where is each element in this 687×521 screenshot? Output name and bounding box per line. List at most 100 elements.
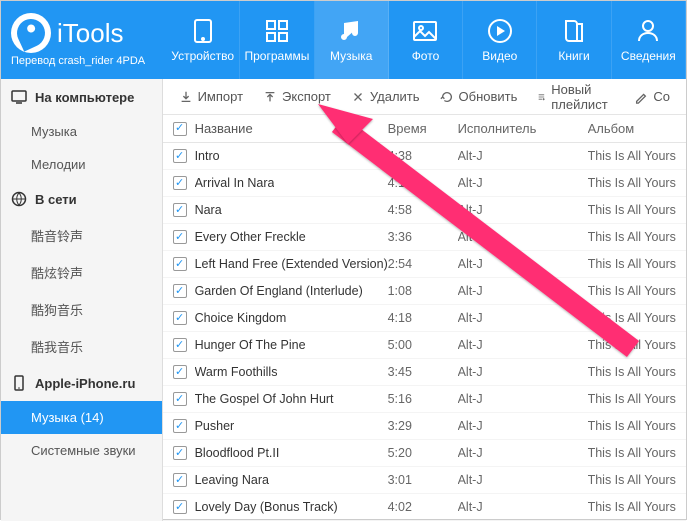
sidebar-section-computer[interactable]: На компьютере xyxy=(1,79,162,115)
video-icon xyxy=(486,17,514,45)
row-checkbox[interactable] xyxy=(173,149,187,163)
track-artist: Alt-J xyxy=(458,473,588,487)
track-row[interactable]: Intro 4:38 Alt-J This Is All Yours xyxy=(163,143,686,170)
row-checkbox[interactable] xyxy=(173,500,187,514)
row-checkbox[interactable] xyxy=(173,473,187,487)
nav-photo[interactable]: Фото xyxy=(389,1,463,79)
track-row[interactable]: Leaving Nara 3:01 Alt-J This Is All Your… xyxy=(163,467,686,494)
track-artist: Alt-J xyxy=(458,176,588,190)
track-row[interactable]: Choice Kingdom 4:18 Alt-J This Is All Yo… xyxy=(163,305,686,332)
nav-label: Видео xyxy=(482,49,517,63)
track-row[interactable]: Arrival In Nara 4:13 Alt-J This Is All Y… xyxy=(163,170,686,197)
track-album: This Is All Yours xyxy=(588,473,676,487)
refresh-button[interactable]: Обновить xyxy=(432,85,526,108)
row-checkbox[interactable] xyxy=(173,338,187,352)
track-row[interactable]: The Gospel Of John Hurt 5:16 Alt-J This … xyxy=(163,386,686,413)
sb-music[interactable]: Музыка xyxy=(1,115,162,148)
track-time: 5:16 xyxy=(388,392,458,406)
col-album-header[interactable]: Альбом xyxy=(588,121,676,136)
sb-n4[interactable]: 酷我音乐 xyxy=(1,328,162,365)
col-time-header[interactable]: Время xyxy=(388,121,458,136)
info-icon xyxy=(634,17,662,45)
track-time: 5:00 xyxy=(388,338,458,352)
track-artist: Alt-J xyxy=(458,203,588,217)
nav-label: Книги xyxy=(558,49,589,63)
sidebar-section-network[interactable]: В сети xyxy=(1,181,162,217)
sb-sys[interactable]: Системные звуки xyxy=(1,434,162,467)
delete-button[interactable]: Удалить xyxy=(343,85,428,108)
track-name: Nara xyxy=(195,203,222,217)
track-name: Lovely Day (Bonus Track) xyxy=(195,500,338,514)
track-row[interactable]: Left Hand Free (Extended Version) 2:54 A… xyxy=(163,251,686,278)
track-time: 4:02 xyxy=(388,500,458,514)
create-icon xyxy=(634,90,648,104)
music-icon xyxy=(337,17,365,45)
track-album: This Is All Yours xyxy=(588,203,676,217)
col-artist-header[interactable]: Исполнитель xyxy=(458,121,588,136)
track-album: This Is All Yours xyxy=(588,419,676,433)
nav-label: Программы xyxy=(245,49,310,63)
track-row[interactable]: Every Other Freckle 3:36 Alt-J This Is A… xyxy=(163,224,686,251)
track-row[interactable]: Bloodflood Pt.II 5:20 Alt-J This Is All … xyxy=(163,440,686,467)
track-name: Garden Of England (Interlude) xyxy=(195,284,363,298)
track-album: This Is All Yours xyxy=(588,446,676,460)
row-checkbox[interactable] xyxy=(173,203,187,217)
track-row[interactable]: Lovely Day (Bonus Track) 4:02 Alt-J This… xyxy=(163,494,686,521)
track-album: This Is All Yours xyxy=(588,365,676,379)
new-playlist-button[interactable]: Новый плейлист xyxy=(529,78,622,116)
track-artist: Alt-J xyxy=(458,338,588,352)
delete-icon xyxy=(351,90,365,104)
app-header: iTools Перевод crash_rider 4PDA Устройст… xyxy=(1,1,686,79)
track-row[interactable]: Hunger Of The Pine 5:00 Alt-J This Is Al… xyxy=(163,332,686,359)
row-checkbox[interactable] xyxy=(173,392,187,406)
track-album: This Is All Yours xyxy=(588,338,676,352)
track-time: 4:18 xyxy=(388,311,458,325)
device-icon xyxy=(189,17,217,45)
track-album: This Is All Yours xyxy=(588,284,676,298)
nav-device[interactable]: Устройство xyxy=(166,1,240,79)
track-album: This Is All Yours xyxy=(588,500,676,514)
track-row[interactable]: Warm Foothills 3:45 Alt-J This Is All Yo… xyxy=(163,359,686,386)
nav-books[interactable]: Книги xyxy=(537,1,611,79)
track-name: The Gospel Of John Hurt xyxy=(195,392,334,406)
main-panel: Импорт Экспорт Удалить Обновить Новый пл… xyxy=(163,79,686,521)
row-checkbox[interactable] xyxy=(173,365,187,379)
sb-n2[interactable]: 酷炫铃声 xyxy=(1,254,162,291)
refresh-icon xyxy=(440,90,454,104)
select-all-checkbox[interactable] xyxy=(173,122,187,136)
track-name: Pusher xyxy=(195,419,235,433)
row-checkbox[interactable] xyxy=(173,230,187,244)
nav-info[interactable]: Сведения xyxy=(612,1,686,79)
track-row[interactable]: Garden Of England (Interlude) 1:08 Alt-J… xyxy=(163,278,686,305)
track-time: 3:36 xyxy=(388,230,458,244)
track-row[interactable]: Pusher 3:29 Alt-J This Is All Yours xyxy=(163,413,686,440)
nav-music[interactable]: Музыка xyxy=(315,1,389,79)
track-artist: Alt-J xyxy=(458,392,588,406)
sb-n3[interactable]: 酷狗音乐 xyxy=(1,291,162,328)
track-artist: Alt-J xyxy=(458,419,588,433)
row-checkbox[interactable] xyxy=(173,311,187,325)
device-icon xyxy=(11,375,27,391)
sidebar-section-device[interactable]: Apple-iPhone.ru xyxy=(1,365,162,401)
track-album: This Is All Yours xyxy=(588,230,676,244)
track-list: Intro 4:38 Alt-J This Is All Yours Arriv… xyxy=(163,143,686,521)
row-checkbox[interactable] xyxy=(173,419,187,433)
books-icon xyxy=(560,17,588,45)
export-button[interactable]: Экспорт xyxy=(255,85,339,108)
track-row[interactable]: Nara 4:58 Alt-J This Is All Yours xyxy=(163,197,686,224)
row-checkbox[interactable] xyxy=(173,257,187,271)
nav-apps[interactable]: Программы xyxy=(240,1,314,79)
sb-melodies[interactable]: Мелодии xyxy=(1,148,162,181)
create-button[interactable]: Со xyxy=(626,85,678,108)
row-checkbox[interactable] xyxy=(173,446,187,460)
main-nav: Устройство Программы МузыкаФото Видео Книги С… xyxy=(166,1,686,79)
col-name-header[interactable]: Название xyxy=(195,121,253,136)
playlist-icon xyxy=(537,90,546,104)
row-checkbox[interactable] xyxy=(173,176,187,190)
nav-video[interactable]: Видео xyxy=(463,1,537,79)
sb-dmusic[interactable]: Музыка (14) xyxy=(1,401,162,434)
track-name: Choice Kingdom xyxy=(195,311,287,325)
row-checkbox[interactable] xyxy=(173,284,187,298)
sb-n1[interactable]: 酷音铃声 xyxy=(1,217,162,254)
import-button[interactable]: Импорт xyxy=(171,85,251,108)
